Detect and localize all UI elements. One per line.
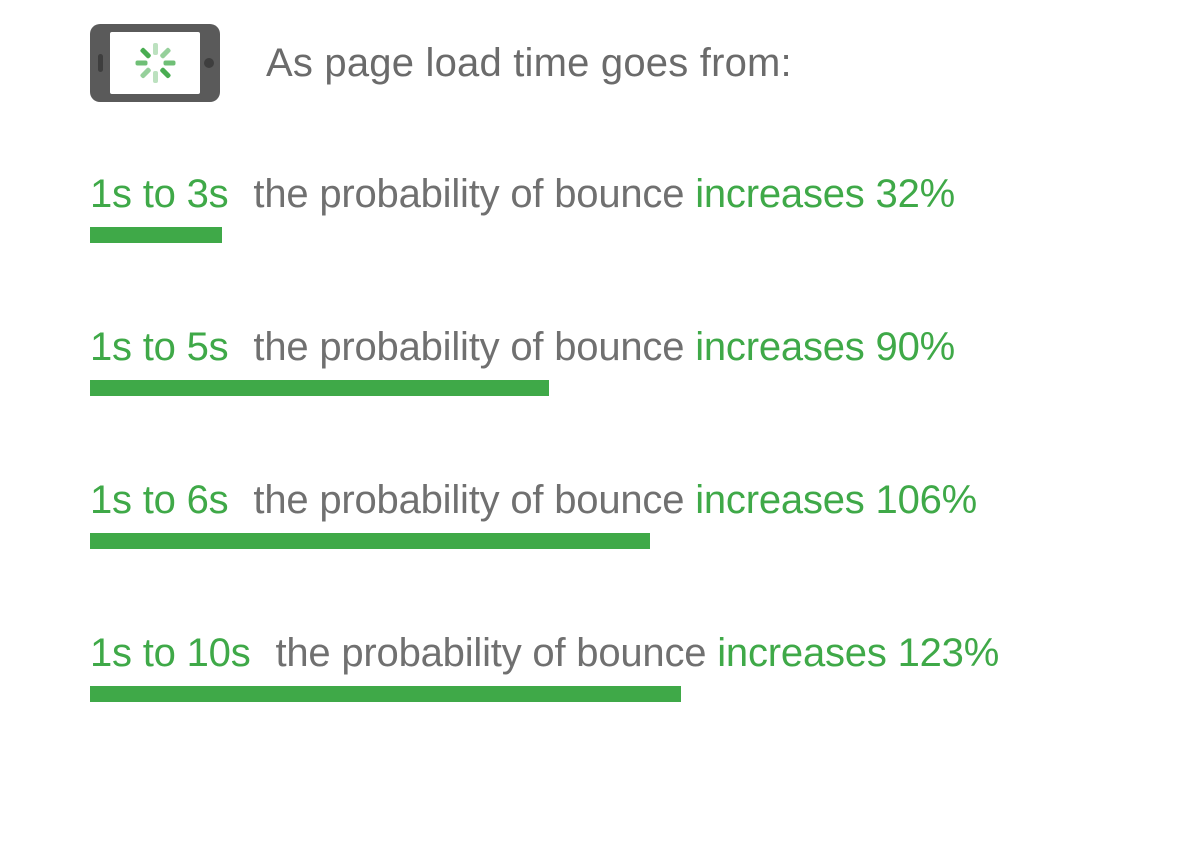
increase-label: increases 90% xyxy=(695,325,955,369)
row-middle-text: the probability of bounce xyxy=(253,478,684,522)
time-range: 1s to 6s xyxy=(90,478,228,522)
bar-fill xyxy=(90,533,650,549)
row-middle-text: the probability of bounce xyxy=(253,325,684,369)
phone-loading-icon xyxy=(90,24,220,102)
chart-header: As page load time goes from: xyxy=(90,24,1109,102)
time-range: 1s to 5s xyxy=(90,325,228,369)
data-row: 1s to 6s the probability of bounce incre… xyxy=(90,478,1109,549)
row-middle-text: the probability of bounce xyxy=(275,631,706,675)
phone-screen xyxy=(110,32,200,94)
bar-track xyxy=(90,380,1109,396)
loading-spinner-icon xyxy=(135,43,175,83)
percent-value: 106% xyxy=(876,478,978,522)
row-text: 1s to 5s the probability of bounce incre… xyxy=(90,325,1109,370)
chart-title: As page load time goes from: xyxy=(266,41,792,86)
bar-fill xyxy=(90,227,222,243)
percent-value: 90% xyxy=(876,325,955,369)
increase-label: increases 32% xyxy=(695,172,955,216)
row-text: 1s to 6s the probability of bounce incre… xyxy=(90,478,1109,523)
bar-fill xyxy=(90,686,681,702)
data-row: 1s to 3s the probability of bounce incre… xyxy=(90,172,1109,243)
bar-fill xyxy=(90,380,549,396)
time-range: 1s to 3s xyxy=(90,172,228,216)
chart-container: As page load time goes from: 1s to 3s th… xyxy=(0,0,1199,742)
percent-value: 123% xyxy=(898,631,1000,675)
percent-value: 32% xyxy=(876,172,955,216)
row-text: 1s to 10s the probability of bounce incr… xyxy=(90,631,1109,676)
data-row: 1s to 10s the probability of bounce incr… xyxy=(90,631,1109,702)
bar-track xyxy=(90,686,1109,702)
increase-label: increases 123% xyxy=(717,631,999,675)
row-text: 1s to 3s the probability of bounce incre… xyxy=(90,172,1109,217)
data-row: 1s to 5s the probability of bounce incre… xyxy=(90,325,1109,396)
increase-label: increases 106% xyxy=(695,478,977,522)
bar-track xyxy=(90,227,1109,243)
bar-track xyxy=(90,533,1109,549)
time-range: 1s to 10s xyxy=(90,631,251,675)
row-middle-text: the probability of bounce xyxy=(253,172,684,216)
